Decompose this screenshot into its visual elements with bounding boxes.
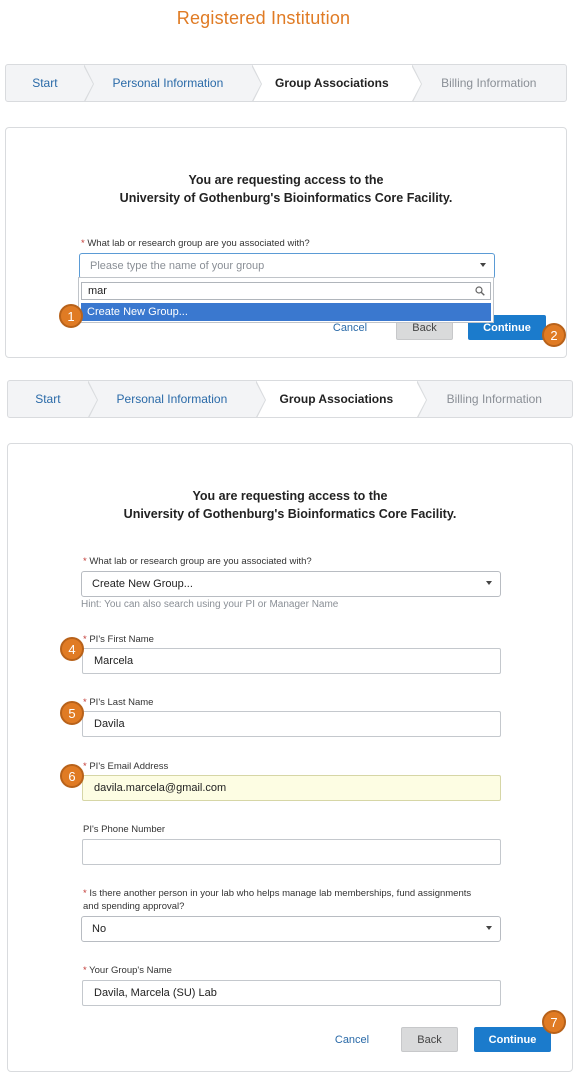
step-label: Group Associations: [279, 392, 394, 406]
group-question-label: * What lab or research group are you ass…: [81, 238, 310, 249]
step-label: Start: [35, 392, 61, 406]
request-heading: You are requesting access to the Univers…: [6, 171, 566, 207]
group-select-placeholder: Please type the name of your group: [90, 260, 265, 272]
cancel-button[interactable]: Cancel: [328, 1027, 376, 1052]
pi-last-name-label: * PI's Last Name: [83, 697, 154, 708]
chevron-down-icon: [480, 263, 486, 267]
step-badge-2: 2: [542, 323, 566, 347]
group-association-card-dropdown: You are requesting access to the Univers…: [5, 127, 567, 358]
step-billing-information: Billing Information: [417, 381, 572, 417]
pi-first-name-input[interactable]: Marcela: [82, 648, 501, 674]
step-personal-information[interactable]: Personal Information: [88, 381, 267, 417]
step-badge-7: 7: [542, 1010, 566, 1034]
step-label: Start: [32, 76, 58, 90]
step-badge-4: 4: [60, 637, 84, 661]
request-line-1: You are requesting access to the: [188, 173, 384, 187]
group-name-input[interactable]: Davila, Marcela (SU) Lab: [82, 980, 501, 1006]
step-label: Personal Information: [116, 392, 228, 406]
manager-question-label: * Is there another person in your lab wh…: [83, 888, 472, 912]
group-select[interactable]: Please type the name of your group: [79, 253, 495, 279]
wizard-steps: Start Personal Information Group Associa…: [5, 64, 567, 102]
step-start[interactable]: Start: [6, 65, 94, 101]
group-dropdown: mar Create New Group...: [78, 277, 494, 323]
back-button[interactable]: Back: [401, 1027, 458, 1052]
step-badge-6: 6: [60, 764, 84, 788]
step-label: Group Associations: [275, 76, 389, 90]
request-line-2: University of Gothenburg's Bioinformatic…: [119, 191, 453, 205]
continue-button[interactable]: Continue: [474, 1027, 551, 1052]
group-name-label: * Your Group's Name: [83, 965, 172, 976]
group-question-label: * What lab or research group are you ass…: [83, 556, 312, 567]
manager-select[interactable]: No: [81, 916, 501, 942]
step-label: Billing Information: [441, 76, 537, 90]
page-title: Registered Institution: [176, 8, 351, 28]
manager-select-value: No: [92, 923, 107, 935]
pi-phone-label: PI's Phone Number: [83, 824, 166, 835]
step-personal-information[interactable]: Personal Information: [84, 65, 263, 101]
step-label: Billing Information: [446, 392, 542, 406]
group-search-input[interactable]: mar: [81, 282, 491, 300]
pi-email-input[interactable]: davila.marcela@gmail.com: [82, 775, 501, 801]
group-association-card-form: You are requesting access to the Univers…: [7, 443, 573, 1072]
group-select-value: Create New Group...: [92, 578, 193, 590]
group-search-value: mar: [88, 285, 107, 297]
request-line-2: University of Gothenburg's Bioinformatic…: [123, 507, 457, 521]
pi-phone-input[interactable]: [82, 839, 501, 865]
step-badge-5: 5: [60, 701, 84, 725]
pi-email-label: * PI's Email Address: [83, 761, 169, 772]
request-line-1: You are requesting access to the: [192, 489, 388, 503]
step-start[interactable]: Start: [8, 381, 98, 417]
step-group-associations[interactable]: Group Associations: [252, 65, 422, 101]
wizard-steps: Start Personal Information Group Associa…: [7, 380, 573, 418]
step-group-associations[interactable]: Group Associations: [256, 381, 427, 417]
step-billing-information: Billing Information: [412, 65, 566, 101]
chevron-down-icon: [486, 926, 492, 930]
step-label: Personal Information: [112, 76, 224, 90]
group-hint: Hint: You can also search using your PI …: [81, 599, 339, 610]
search-icon: [475, 286, 485, 296]
group-select[interactable]: Create New Group...: [81, 571, 501, 597]
dropdown-option-create-new-group[interactable]: Create New Group...: [81, 303, 491, 321]
step-badge-1: 1: [59, 304, 83, 328]
chevron-down-icon: [486, 581, 492, 585]
pi-last-name-input[interactable]: Davila: [82, 711, 501, 737]
request-heading: You are requesting access to the Univers…: [8, 487, 572, 523]
pi-first-name-label: * PI's First Name: [83, 634, 154, 645]
